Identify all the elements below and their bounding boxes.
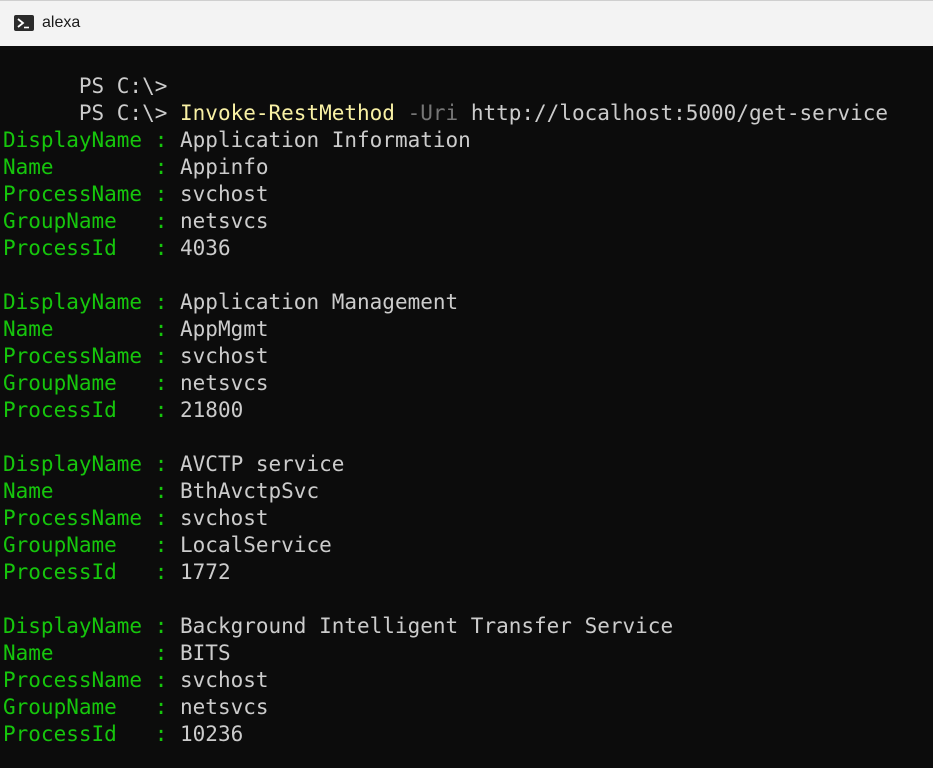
record-line: ProcessName : svchost [3, 505, 269, 532]
property-value: BITS [180, 641, 231, 665]
property-key: Name : [3, 155, 181, 179]
property-value: AppMgmt [180, 317, 269, 341]
record-line: ProcessId : 1772 [3, 559, 231, 586]
terminal-window: alexa PS C:\> PS C:\> Invoke-RestMethod … [0, 0, 933, 768]
command-argument: http://localhost:5000/get-service [458, 101, 889, 125]
property-value: svchost [180, 506, 269, 530]
property-key: ProcessName : [3, 344, 181, 368]
record-line: DisplayName : Application Information [3, 127, 471, 154]
property-key: ProcessId : [3, 236, 181, 260]
record-line: Name : Appinfo [3, 154, 269, 181]
property-value: netsvcs [180, 695, 269, 719]
record-line: ProcessName : svchost [3, 667, 269, 694]
property-value: svchost [180, 182, 269, 206]
property-key: GroupName : [3, 695, 181, 719]
command-line: PS C:\> Invoke-RestMethod -Uri http://lo… [3, 73, 888, 125]
property-value: 4036 [180, 236, 231, 260]
command-name: Invoke-RestMethod [180, 101, 395, 125]
property-key: DisplayName : [3, 290, 181, 314]
powershell-icon [14, 15, 34, 31]
property-key: ProcessId : [3, 560, 181, 584]
property-value: netsvcs [180, 371, 269, 395]
property-key: Name : [3, 479, 181, 503]
record-line: GroupName : netsvcs [3, 208, 269, 235]
prompt-line: PS C:\> [3, 46, 168, 98]
record-line: ProcessId : 10236 [3, 721, 243, 748]
property-key: GroupName : [3, 533, 181, 557]
property-key: Name : [3, 641, 181, 665]
property-value: Background Intelligent Transfer Service [180, 614, 674, 638]
property-value: 10236 [180, 722, 244, 746]
tab-title[interactable]: alexa [42, 14, 80, 32]
record-line: Name : BthAvctpSvc [3, 478, 319, 505]
command-parameter: -Uri [394, 101, 459, 125]
terminal-output[interactable]: PS C:\> PS C:\> Invoke-RestMethod -Uri h… [0, 46, 933, 768]
record-line: Name : BITS [3, 640, 231, 667]
property-key: DisplayName : [3, 128, 181, 152]
property-value: svchost [180, 668, 269, 692]
property-key: ProcessName : [3, 668, 181, 692]
record-line: DisplayName : Application Management [3, 289, 458, 316]
property-key: GroupName : [3, 209, 181, 233]
record-line: ProcessId : 21800 [3, 397, 243, 424]
record-line: ProcessName : svchost [3, 343, 269, 370]
property-key: DisplayName : [3, 614, 181, 638]
record-line: DisplayName : Background Intelligent Tra… [3, 613, 673, 640]
property-value: LocalService [180, 533, 332, 557]
record-line: GroupName : netsvcs [3, 694, 269, 721]
property-key: DisplayName : [3, 452, 181, 476]
property-key: Name : [3, 317, 181, 341]
property-value: 21800 [180, 398, 244, 422]
record-line: GroupName : LocalService [3, 532, 332, 559]
property-key: ProcessName : [3, 182, 181, 206]
property-value: AVCTP service [180, 452, 345, 476]
property-key: GroupName : [3, 371, 181, 395]
record-line: Name : AppMgmt [3, 316, 269, 343]
property-key: ProcessId : [3, 722, 181, 746]
property-value: Appinfo [180, 155, 269, 179]
record-line: GroupName : netsvcs [3, 370, 269, 397]
record-line: ProcessName : svchost [3, 181, 269, 208]
record-line: ProcessId : 4036 [3, 235, 231, 262]
property-value: svchost [180, 344, 269, 368]
property-key: ProcessId : [3, 398, 181, 422]
property-value: Application Management [180, 290, 459, 314]
property-value: Application Information [180, 128, 471, 152]
title-bar[interactable]: alexa [0, 0, 933, 46]
prompt-text: PS C:\> [78, 101, 181, 125]
property-key: ProcessName : [3, 506, 181, 530]
record-line: DisplayName : AVCTP service [3, 451, 344, 478]
property-value: BthAvctpSvc [180, 479, 320, 503]
property-value: netsvcs [180, 209, 269, 233]
property-value: 1772 [180, 560, 231, 584]
